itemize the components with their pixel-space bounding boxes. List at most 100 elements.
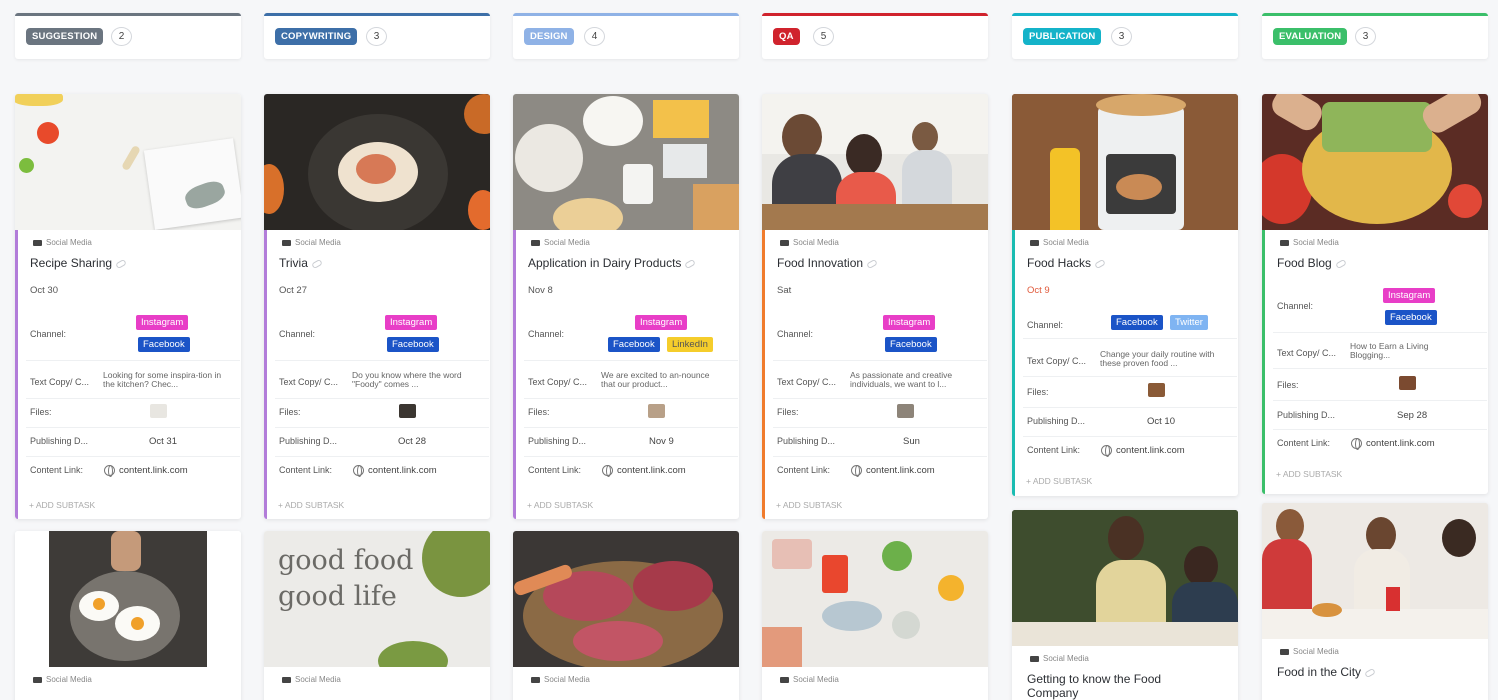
add-subtask-button[interactable]: + ADD SUBTASK bbox=[1026, 476, 1092, 486]
task-card[interactable]: Social Media Application in Dairy Produc… bbox=[513, 94, 739, 519]
add-subtask-button[interactable]: + ADD SUBTASK bbox=[776, 500, 842, 510]
task-card[interactable]: good food good life Social Media bbox=[264, 531, 490, 700]
task-count: 3 bbox=[366, 27, 387, 46]
channel-field[interactable]: Channel: Instagram Facebook LinkedIn bbox=[528, 315, 738, 355]
folder-icon bbox=[33, 676, 42, 683]
file-thumbnail[interactable] bbox=[1148, 383, 1165, 397]
due-date[interactable]: Oct 30 bbox=[30, 285, 58, 296]
task-card[interactable]: Social Media Trivia Oct 27 Channel: Inst… bbox=[264, 94, 490, 519]
status-pill[interactable]: PUBLICATION bbox=[1023, 28, 1102, 45]
column-header[interactable]: PUBLICATION 3 bbox=[1012, 13, 1238, 59]
task-card[interactable]: Social Media Food Blog Channel: Instagra… bbox=[1262, 94, 1488, 494]
cover-image bbox=[762, 94, 988, 230]
tag-instagram[interactable]: Instagram bbox=[136, 315, 189, 330]
tag-instagram[interactable]: Instagram bbox=[635, 315, 688, 330]
card-title[interactable]: Application in Dairy Products bbox=[528, 256, 728, 270]
task-card[interactable]: Social Media bbox=[513, 531, 739, 700]
tag-facebook[interactable]: Facebook bbox=[608, 337, 660, 352]
globe-icon bbox=[851, 465, 862, 477]
globe-icon bbox=[1101, 445, 1112, 457]
tag-facebook[interactable]: Facebook bbox=[387, 337, 439, 352]
folder-icon bbox=[1280, 648, 1289, 655]
card-body: Social Media bbox=[513, 667, 739, 700]
channel-field[interactable]: Channel: Instagram Facebook bbox=[777, 315, 987, 355]
content-link[interactable]: content.link.com bbox=[851, 465, 935, 477]
task-count: 3 bbox=[1355, 27, 1376, 46]
status-pill[interactable]: EVALUATION bbox=[1273, 28, 1348, 45]
task-card[interactable]: Social Media Getting to know the Food Co… bbox=[1012, 510, 1238, 700]
content-link[interactable]: content.link.com bbox=[1351, 438, 1435, 450]
tag-twitter[interactable]: Twitter bbox=[1170, 315, 1208, 330]
list-label: Social Media bbox=[531, 238, 590, 247]
folder-icon bbox=[1030, 655, 1039, 662]
content-link[interactable]: content.link.com bbox=[104, 465, 188, 477]
task-card[interactable]: Social Media bbox=[15, 531, 241, 700]
status-pill[interactable]: SUGGESTION bbox=[26, 28, 104, 45]
list-label: Social Media bbox=[1280, 238, 1339, 247]
due-date[interactable]: Nov 8 bbox=[528, 285, 553, 296]
channel-field[interactable]: Channel: Instagram Facebook bbox=[1277, 288, 1487, 328]
channel-field[interactable]: Channel: Instagram Facebook bbox=[30, 315, 240, 355]
task-card[interactable]: Social Media Food in the City bbox=[1262, 503, 1488, 700]
card-body: Social Media bbox=[762, 667, 988, 700]
card-title[interactable]: Food Innovation bbox=[777, 256, 977, 270]
list-label: Social Media bbox=[1030, 238, 1089, 247]
content-link[interactable]: content.link.com bbox=[353, 465, 437, 477]
status-pill[interactable]: QA bbox=[773, 28, 800, 45]
tag-facebook[interactable]: Facebook bbox=[138, 337, 190, 352]
tag-instagram[interactable]: Instagram bbox=[385, 315, 438, 330]
card-title[interactable]: Food Hacks bbox=[1027, 256, 1227, 270]
list-label: Social Media bbox=[33, 238, 92, 247]
card-body: Social Media Getting to know the Food Co… bbox=[1012, 646, 1238, 700]
file-thumbnail[interactable] bbox=[399, 404, 416, 418]
add-subtask-button[interactable]: + ADD SUBTASK bbox=[29, 500, 95, 510]
tag-facebook[interactable]: Facebook bbox=[885, 337, 937, 352]
task-card[interactable]: Social Media Food Hacks Oct 9 Channel: F… bbox=[1012, 94, 1238, 496]
tag-facebook[interactable]: Facebook bbox=[1111, 315, 1163, 330]
card-title[interactable]: Getting to know the Food Company bbox=[1027, 672, 1187, 700]
file-thumbnail[interactable] bbox=[1399, 376, 1416, 390]
tag-linkedin[interactable]: LinkedIn bbox=[667, 337, 713, 352]
content-link[interactable]: content.link.com bbox=[1101, 445, 1185, 457]
task-card[interactable]: Social Media Recipe Sharing Oct 30 Chann… bbox=[15, 94, 241, 519]
card-body: Social Media Application in Dairy Produc… bbox=[513, 230, 739, 519]
file-thumbnail[interactable] bbox=[897, 404, 914, 418]
column-header[interactable]: EVALUATION 3 bbox=[1262, 13, 1488, 59]
card-title[interactable]: Food in the City bbox=[1277, 665, 1477, 679]
column-header[interactable]: SUGGESTION 2 bbox=[15, 13, 241, 59]
column-header[interactable]: QA 5 bbox=[762, 13, 988, 59]
file-thumbnail[interactable] bbox=[648, 404, 665, 418]
tag-instagram[interactable]: Instagram bbox=[1383, 288, 1436, 303]
task-card[interactable]: Social Media bbox=[762, 531, 988, 700]
cover-image bbox=[15, 531, 241, 667]
channel-field[interactable]: Channel: Instagram Facebook bbox=[279, 315, 489, 355]
due-date[interactable]: Oct 9 bbox=[1027, 285, 1050, 296]
due-date[interactable]: Oct 27 bbox=[279, 285, 307, 296]
card-title[interactable]: Trivia bbox=[279, 256, 479, 270]
task-count: 2 bbox=[111, 27, 132, 46]
card-body: Social Media Food in the City bbox=[1262, 639, 1488, 700]
content-link[interactable]: content.link.com bbox=[602, 465, 686, 477]
card-body: Social Media Recipe Sharing Oct 30 Chann… bbox=[15, 230, 241, 519]
due-date[interactable]: Sat bbox=[777, 285, 791, 296]
status-pill[interactable]: DESIGN bbox=[524, 28, 574, 45]
folder-icon bbox=[780, 676, 789, 683]
globe-icon bbox=[602, 465, 613, 477]
column-header[interactable]: COPYWRITING 3 bbox=[264, 13, 490, 59]
cover-image bbox=[513, 94, 739, 230]
column-header[interactable]: DESIGN 4 bbox=[513, 13, 739, 59]
task-card[interactable]: Social Media Food Innovation Sat Channel… bbox=[762, 94, 988, 519]
list-label: Social Media bbox=[282, 238, 341, 247]
add-subtask-button[interactable]: + ADD SUBTASK bbox=[527, 500, 593, 510]
folder-icon bbox=[33, 239, 42, 246]
tag-instagram[interactable]: Instagram bbox=[883, 315, 936, 330]
cover-image: good food good life bbox=[264, 531, 490, 667]
card-title[interactable]: Recipe Sharing bbox=[30, 256, 230, 270]
card-title[interactable]: Food Blog bbox=[1277, 256, 1477, 270]
folder-icon bbox=[1280, 239, 1289, 246]
add-subtask-button[interactable]: + ADD SUBTASK bbox=[1276, 469, 1342, 479]
add-subtask-button[interactable]: + ADD SUBTASK bbox=[278, 500, 344, 510]
file-thumbnail[interactable] bbox=[150, 404, 167, 418]
tag-facebook[interactable]: Facebook bbox=[1385, 310, 1437, 325]
status-pill[interactable]: COPYWRITING bbox=[275, 28, 358, 45]
